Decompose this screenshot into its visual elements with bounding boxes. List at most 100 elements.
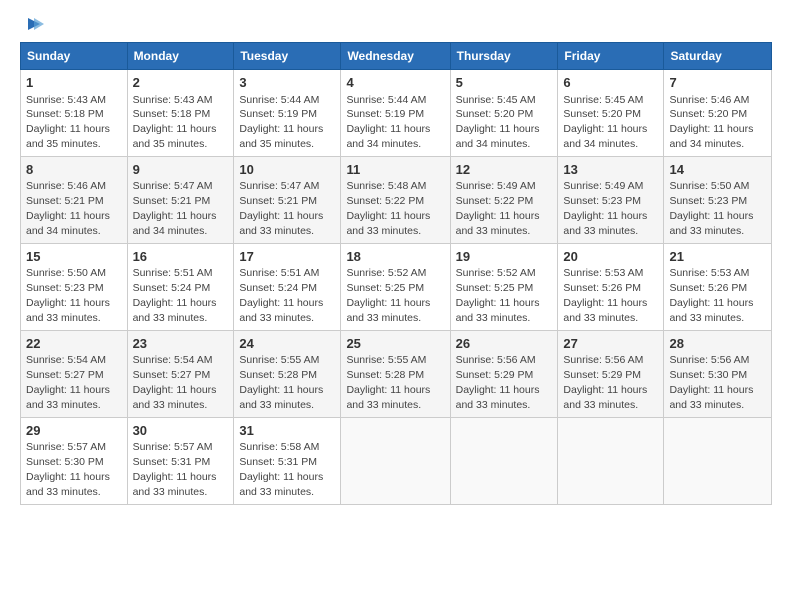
day-info: Sunrise: 5:52 AMSunset: 5:25 PMDaylight:… — [456, 267, 540, 324]
day-number: 27 — [563, 335, 658, 353]
day-info: Sunrise: 5:45 AMSunset: 5:20 PMDaylight:… — [456, 94, 540, 151]
calendar-cell: 1Sunrise: 5:43 AMSunset: 5:18 PMDaylight… — [21, 70, 128, 157]
week-row-4: 22Sunrise: 5:54 AMSunset: 5:27 PMDayligh… — [21, 330, 772, 417]
day-number: 6 — [563, 74, 658, 92]
header-day-wednesday: Wednesday — [341, 43, 450, 70]
day-number: 21 — [669, 248, 766, 266]
day-number: 16 — [133, 248, 229, 266]
calendar-cell: 19Sunrise: 5:52 AMSunset: 5:25 PMDayligh… — [450, 243, 558, 330]
calendar-table: SundayMondayTuesdayWednesdayThursdayFrid… — [20, 42, 772, 505]
day-number: 26 — [456, 335, 553, 353]
calendar-cell: 29Sunrise: 5:57 AMSunset: 5:30 PMDayligh… — [21, 417, 128, 504]
header-day-thursday: Thursday — [450, 43, 558, 70]
day-info: Sunrise: 5:48 AMSunset: 5:22 PMDaylight:… — [346, 180, 430, 237]
day-info: Sunrise: 5:56 AMSunset: 5:30 PMDaylight:… — [669, 354, 753, 411]
calendar-cell: 7 Sunrise: 5:46 AMSunset: 5:20 PMDaylight… — [664, 70, 772, 157]
day-info: Sunrise: 5:45 AMSunset: 5:20 PMDaylight:… — [563, 94, 647, 151]
day-info: Sunrise: 5:56 AMSunset: 5:29 PMDaylight:… — [456, 354, 540, 411]
day-info: Sunrise: 5:52 AMSunset: 5:25 PMDaylight:… — [346, 267, 430, 324]
day-info: Sunrise: 5:49 AMSunset: 5:23 PMDaylight:… — [563, 180, 647, 237]
calendar-cell: 28Sunrise: 5:56 AMSunset: 5:30 PMDayligh… — [664, 330, 772, 417]
logo-icon — [22, 16, 44, 32]
day-info: Sunrise: 5:57 AMSunset: 5:30 PMDaylight:… — [26, 441, 110, 498]
calendar-cell: 9Sunrise: 5:47 AMSunset: 5:21 PMDaylight… — [127, 156, 234, 243]
calendar-cell: 2 Sunrise: 5:43 AMSunset: 5:18 PMDaylight… — [127, 70, 234, 157]
calendar-cell: 20Sunrise: 5:53 AMSunset: 5:26 PMDayligh… — [558, 243, 664, 330]
header-day-friday: Friday — [558, 43, 664, 70]
day-info: Sunrise: 5:53 AMSunset: 5:26 PMDaylight:… — [563, 267, 647, 324]
week-row-1: 1Sunrise: 5:43 AMSunset: 5:18 PMDaylight… — [21, 70, 772, 157]
day-info: Sunrise: 5:50 AMSunset: 5:23 PMDaylight:… — [26, 267, 110, 324]
calendar-cell: 18Sunrise: 5:52 AMSunset: 5:25 PMDayligh… — [341, 243, 450, 330]
day-number: 12 — [456, 161, 553, 179]
calendar-cell: 5 Sunrise: 5:45 AMSunset: 5:20 PMDaylight… — [450, 70, 558, 157]
day-number: 10 — [239, 161, 335, 179]
calendar-header: SundayMondayTuesdayWednesdayThursdayFrid… — [21, 43, 772, 70]
day-info: Sunrise: 5:47 AMSunset: 5:21 PMDaylight:… — [133, 180, 217, 237]
day-info: Sunrise: 5:46 AMSunset: 5:21 PMDaylight:… — [26, 180, 110, 237]
page-header — [20, 16, 772, 32]
day-info: Sunrise: 5:51 AMSunset: 5:24 PMDaylight:… — [133, 267, 217, 324]
day-info: Sunrise: 5:55 AMSunset: 5:28 PMDaylight:… — [346, 354, 430, 411]
day-number: 3 — [239, 74, 335, 92]
day-number: 7 — [669, 74, 766, 92]
day-number: 17 — [239, 248, 335, 266]
calendar-body: 1Sunrise: 5:43 AMSunset: 5:18 PMDaylight… — [21, 70, 772, 505]
day-number: 4 — [346, 74, 444, 92]
calendar-cell — [341, 417, 450, 504]
week-row-2: 8Sunrise: 5:46 AMSunset: 5:21 PMDaylight… — [21, 156, 772, 243]
day-info: Sunrise: 5:55 AMSunset: 5:28 PMDaylight:… — [239, 354, 323, 411]
day-number: 15 — [26, 248, 122, 266]
day-info: Sunrise: 5:54 AMSunset: 5:27 PMDaylight:… — [26, 354, 110, 411]
day-info: Sunrise: 5:43 AMSunset: 5:18 PMDaylight:… — [133, 94, 217, 151]
calendar-cell: 21Sunrise: 5:53 AMSunset: 5:26 PMDayligh… — [664, 243, 772, 330]
day-number: 25 — [346, 335, 444, 353]
day-info: Sunrise: 5:54 AMSunset: 5:27 PMDaylight:… — [133, 354, 217, 411]
day-info: Sunrise: 5:56 AMSunset: 5:29 PMDaylight:… — [563, 354, 647, 411]
calendar-cell: 4 Sunrise: 5:44 AMSunset: 5:19 PMDaylight… — [341, 70, 450, 157]
calendar-cell: 23Sunrise: 5:54 AMSunset: 5:27 PMDayligh… — [127, 330, 234, 417]
day-number: 14 — [669, 161, 766, 179]
calendar-cell: 10Sunrise: 5:47 AMSunset: 5:21 PMDayligh… — [234, 156, 341, 243]
day-number: 24 — [239, 335, 335, 353]
calendar-cell: 30Sunrise: 5:57 AMSunset: 5:31 PMDayligh… — [127, 417, 234, 504]
calendar-cell: 3 Sunrise: 5:44 AMSunset: 5:19 PMDaylight… — [234, 70, 341, 157]
calendar-cell: 8Sunrise: 5:46 AMSunset: 5:21 PMDaylight… — [21, 156, 128, 243]
calendar-cell: 27Sunrise: 5:56 AMSunset: 5:29 PMDayligh… — [558, 330, 664, 417]
calendar-cell: 13Sunrise: 5:49 AMSunset: 5:23 PMDayligh… — [558, 156, 664, 243]
calendar-cell: 6 Sunrise: 5:45 AMSunset: 5:20 PMDaylight… — [558, 70, 664, 157]
calendar-cell: 12Sunrise: 5:49 AMSunset: 5:22 PMDayligh… — [450, 156, 558, 243]
day-info: Sunrise: 5:43 AMSunset: 5:18 PMDaylight:… — [26, 94, 110, 151]
day-number: 11 — [346, 161, 444, 179]
calendar-cell: 22Sunrise: 5:54 AMSunset: 5:27 PMDayligh… — [21, 330, 128, 417]
day-number: 23 — [133, 335, 229, 353]
day-info: Sunrise: 5:53 AMSunset: 5:26 PMDaylight:… — [669, 267, 753, 324]
logo — [20, 16, 44, 32]
day-number: 20 — [563, 248, 658, 266]
week-row-3: 15Sunrise: 5:50 AMSunset: 5:23 PMDayligh… — [21, 243, 772, 330]
calendar-cell: 11Sunrise: 5:48 AMSunset: 5:22 PMDayligh… — [341, 156, 450, 243]
day-number: 31 — [239, 422, 335, 440]
day-number: 19 — [456, 248, 553, 266]
calendar-cell — [450, 417, 558, 504]
calendar-cell: 31Sunrise: 5:58 AMSunset: 5:31 PMDayligh… — [234, 417, 341, 504]
day-info: Sunrise: 5:47 AMSunset: 5:21 PMDaylight:… — [239, 180, 323, 237]
day-info: Sunrise: 5:46 AMSunset: 5:20 PMDaylight:… — [669, 94, 753, 151]
calendar-cell — [558, 417, 664, 504]
day-info: Sunrise: 5:44 AMSunset: 5:19 PMDaylight:… — [346, 94, 430, 151]
calendar-cell: 14Sunrise: 5:50 AMSunset: 5:23 PMDayligh… — [664, 156, 772, 243]
day-number: 2 — [133, 74, 229, 92]
day-info: Sunrise: 5:57 AMSunset: 5:31 PMDaylight:… — [133, 441, 217, 498]
calendar-cell: 24Sunrise: 5:55 AMSunset: 5:28 PMDayligh… — [234, 330, 341, 417]
day-info: Sunrise: 5:44 AMSunset: 5:19 PMDaylight:… — [239, 94, 323, 151]
week-row-5: 29Sunrise: 5:57 AMSunset: 5:30 PMDayligh… — [21, 417, 772, 504]
day-number: 5 — [456, 74, 553, 92]
day-info: Sunrise: 5:50 AMSunset: 5:23 PMDaylight:… — [669, 180, 753, 237]
calendar-cell: 25Sunrise: 5:55 AMSunset: 5:28 PMDayligh… — [341, 330, 450, 417]
calendar-cell — [664, 417, 772, 504]
calendar-cell: 16Sunrise: 5:51 AMSunset: 5:24 PMDayligh… — [127, 243, 234, 330]
day-number: 28 — [669, 335, 766, 353]
header-day-tuesday: Tuesday — [234, 43, 341, 70]
day-number: 18 — [346, 248, 444, 266]
header-day-saturday: Saturday — [664, 43, 772, 70]
